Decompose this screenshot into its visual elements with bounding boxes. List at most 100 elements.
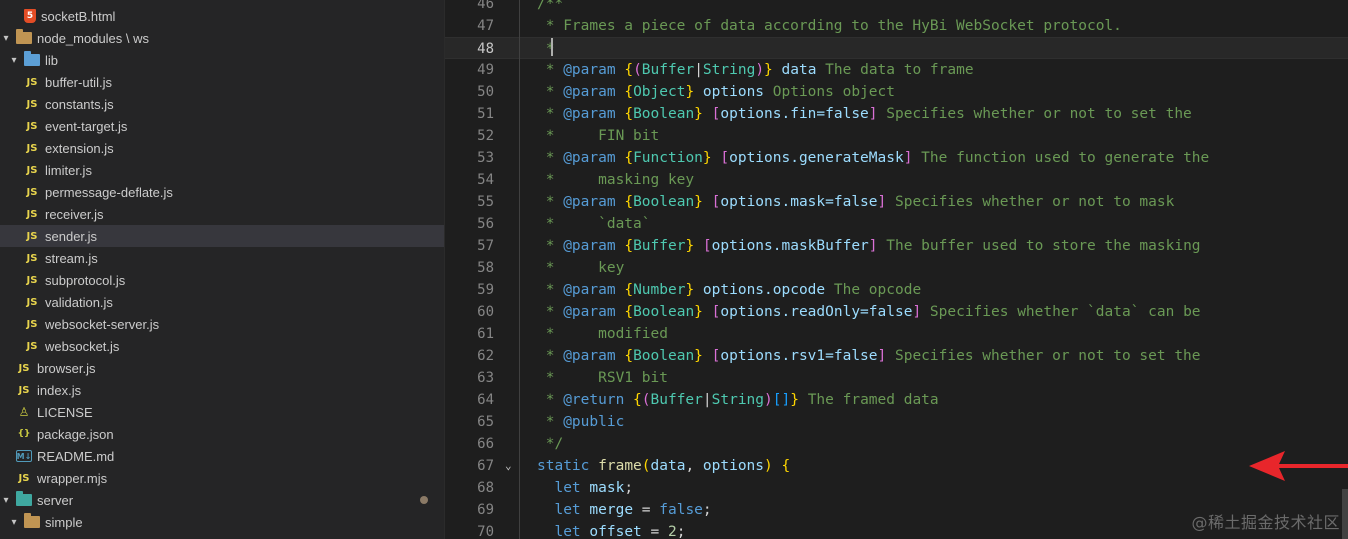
code-token: ( [633, 62, 642, 78]
line-number: 53 [477, 150, 494, 166]
explorer-item[interactable]: JS receiver.js [0, 203, 444, 225]
code-token: @param [563, 106, 616, 122]
js-icon: JS [26, 164, 38, 176]
code-line[interactable]: 46 /** [445, 0, 1348, 15]
explorer-item[interactable]: JS index.js [0, 379, 444, 401]
code-token: = [641, 524, 668, 539]
code-line[interactable]: 51 * @param {Boolean} [options.fin=false… [445, 103, 1348, 125]
code-token: ] [868, 106, 878, 122]
code-editor[interactable]: 70 let offset = 2; 69 let merge = false; 6… [445, 0, 1348, 539]
code-line[interactable]: 50 * @param {Object} options Options obj… [445, 81, 1348, 103]
explorer-item[interactable]: ▾ simple [0, 511, 444, 533]
code-token: Number [633, 282, 686, 298]
code-token: options.readOnly=false [720, 304, 913, 320]
code-line[interactable]: 52 * FIN bit [445, 125, 1348, 147]
explorer-item[interactable]: 5 socketB.html [0, 5, 444, 27]
scrollbar-thumb[interactable] [1342, 489, 1348, 539]
code-text: let merge = false; [537, 499, 711, 521]
explorer-item[interactable]: {} package.json [0, 423, 444, 445]
code-line[interactable]: 60 * @param {Boolean} [options.readOnly=… [445, 301, 1348, 323]
code-token: * FIN bit [537, 128, 660, 144]
js-icon: JS [26, 274, 38, 286]
explorer-item[interactable]: JS limiter.js [0, 159, 444, 181]
explorer-item-label: limiter.js [45, 162, 92, 178]
explorer-item[interactable]: JS validation.js [0, 291, 444, 313]
explorer-item[interactable]: JS constants.js [0, 93, 444, 115]
explorer-item[interactable]: JS subprotocol.js [0, 269, 444, 291]
js-icon: JS [26, 340, 38, 352]
code-token: Buffer [633, 238, 686, 254]
code-line[interactable]: 54 * masking key [445, 169, 1348, 191]
code-line[interactable]: 57 * @param {Buffer} [options.maskBuffer… [445, 235, 1348, 257]
explorer-item[interactable]: JS sender.js [0, 225, 444, 247]
explorer-item[interactable]: JS websocket-server.js [0, 313, 444, 335]
explorer-item-label: LICENSE [37, 404, 93, 420]
code-token: @param [563, 304, 616, 320]
code-line[interactable]: 61 * modified [445, 323, 1348, 345]
explorer-item[interactable]: ▾ node_modules \ ws [0, 27, 444, 49]
chevron-down-icon[interactable]: ▾ [8, 517, 20, 528]
explorer-item[interactable]: JS permessage-deflate.js [0, 181, 444, 203]
line-number: 52 [477, 128, 494, 144]
explorer-item-label: package.json [37, 426, 114, 442]
explorer-item[interactable]: ▾ lib [0, 49, 444, 71]
code-line[interactable]: 47 * Frames a piece of data according to… [445, 15, 1348, 37]
code-line[interactable]: 58 * key [445, 257, 1348, 279]
line-number: 59 [477, 282, 494, 298]
explorer-item[interactable]: JS websocket.js [0, 335, 444, 357]
code-line[interactable]: 67 ⌄ static frame(data, options) { [445, 455, 1348, 477]
code-line[interactable]: 63 * RSV1 bit [445, 367, 1348, 389]
chevron-down-icon[interactable]: ▾ [8, 55, 20, 66]
code-token: false [659, 502, 703, 518]
code-text: * @param {Boolean} [options.mask=false] … [537, 191, 1175, 213]
code-line[interactable]: 53 * @param {Function} [options.generate… [445, 147, 1348, 169]
code-token: } [764, 62, 773, 78]
code-token: * Frames a piece of data according to th… [537, 18, 1122, 34]
explorer-item-label: validation.js [45, 294, 113, 310]
explorer-item[interactable]: JS event-target.js [0, 115, 444, 137]
code-text: * @param {Object} options Options object [537, 81, 895, 103]
js-icon: JS [18, 384, 30, 396]
code-text: * RSV1 bit [537, 367, 668, 389]
code-text: /** [537, 0, 563, 15]
code-line[interactable]: 55 * @param {Boolean} [options.mask=fals… [445, 191, 1348, 213]
code-line[interactable]: 49 * @param {(Buffer|String)} data The d… [445, 59, 1348, 81]
explorer-item[interactable]: JS stream.js [0, 247, 444, 269]
explorer-item[interactable]: ♙ LICENSE [0, 401, 444, 423]
code-text: * @param {Function} [options.generateMas… [537, 147, 1210, 169]
code-token: options [702, 84, 765, 100]
explorer-item[interactable]: ▾ server [0, 489, 444, 511]
code-line[interactable]: 65 * @public [445, 411, 1348, 433]
code-line[interactable]: 68 let mask; [445, 477, 1348, 499]
line-number: 54 [477, 172, 494, 188]
code-line[interactable]: 64 * @return {(Buffer|String)[]} The fra… [445, 389, 1348, 411]
folder-lib-icon [24, 51, 40, 68]
code-token: @param [563, 282, 616, 298]
line-number: 46 [477, 0, 494, 12]
red-arrow-annotation [1249, 451, 1348, 481]
code-token: The data to frame [816, 62, 974, 78]
explorer-item[interactable]: JS wrapper.mjs [0, 467, 444, 489]
code-text: * @param {Boolean} [options.rsv1=false] … [537, 345, 1201, 367]
code-line[interactable]: 48 * [445, 37, 1348, 59]
code-line[interactable]: 66 */ [445, 433, 1348, 455]
explorer-item[interactable]: JS browser.js [0, 357, 444, 379]
line-number: 48 [477, 41, 494, 57]
line-number: 55 [477, 194, 494, 210]
code-line[interactable]: 56 * `data` [445, 213, 1348, 235]
chevron-down-icon[interactable]: ▾ [0, 33, 12, 44]
code-token: ) [764, 392, 773, 408]
explorer-item[interactable]: JS extension.js [0, 137, 444, 159]
chevron-down-icon[interactable]: ▾ [0, 495, 12, 506]
line-number: 65 [477, 414, 494, 430]
code-line[interactable]: 62 * @param {Boolean} [options.rsv1=fals… [445, 345, 1348, 367]
code-line[interactable]: 59 * @param {Number} options.opcode The … [445, 279, 1348, 301]
code-token: @param [563, 238, 616, 254]
fold-chevron-icon[interactable]: ⌄ [505, 455, 512, 477]
code-token: { [624, 84, 634, 100]
explorer-item[interactable]: M↓ README.md [0, 445, 444, 467]
explorer-item[interactable]: JS buffer-util.js [0, 71, 444, 93]
js-icon: JS [26, 252, 38, 264]
code-token: options.mask=false [720, 194, 878, 210]
